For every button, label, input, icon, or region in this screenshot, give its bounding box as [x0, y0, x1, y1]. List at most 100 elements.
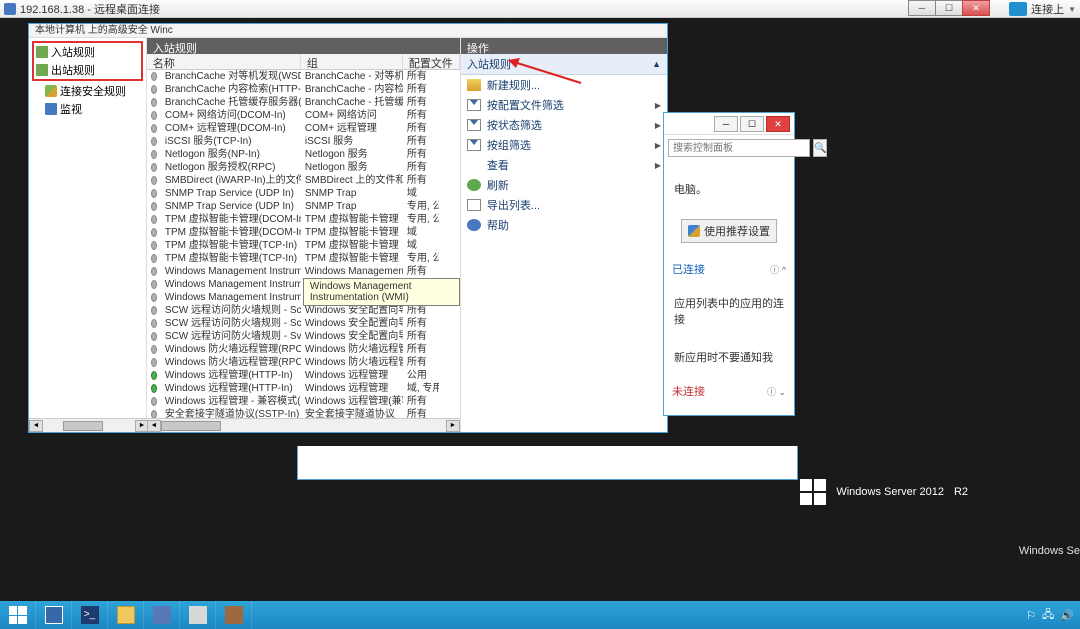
scroll-left-button[interactable]: ◄ [29, 420, 43, 432]
rule-row[interactable]: SNMP Trap Service (UDP In)SNMP Trap域 [147, 187, 460, 200]
rule-row[interactable]: SMBDirect (iWARP-In)上的文件和打印...SMBDirect … [147, 174, 460, 187]
taskbar-server-manager[interactable] [36, 601, 72, 629]
rule-row[interactable]: TPM 虚拟智能卡管理(DCOM-In)TPM 虚拟智能卡管理专用, 公 [147, 213, 460, 226]
status-icon [151, 293, 157, 302]
panel-text: 电脑。 [670, 173, 788, 205]
col-group[interactable]: 组 [301, 54, 403, 69]
action-5[interactable]: 刷新 [461, 175, 667, 195]
rule-row[interactable]: COM+ 远程管理(DCOM-In)COM+ 远程管理所有 [147, 122, 460, 135]
status-icon [151, 215, 157, 224]
rule-row[interactable]: Netlogon 服务授权(RPC)Netlogon 服务所有 [147, 161, 460, 174]
status-icon [151, 397, 157, 406]
taskbar-powershell[interactable]: >_ [72, 601, 108, 629]
cloud-icon[interactable] [1009, 2, 1027, 16]
scroll-right-button[interactable]: ► [446, 420, 460, 432]
action-1[interactable]: 按配置文件筛选▶ [461, 95, 667, 115]
panel-text2: 应用列表中的应用的连接 [670, 287, 788, 335]
taskbar-explorer[interactable] [108, 601, 144, 629]
start-button[interactable] [0, 601, 36, 629]
maximize-button[interactable]: ☐ [935, 0, 963, 16]
not-connected-status[interactable]: 未连接ⓘ ⌄ [670, 379, 788, 403]
action-4[interactable]: 查看▶ [461, 155, 667, 175]
rule-row[interactable]: TPM 虚拟智能卡管理(TCP-In)TPM 虚拟智能卡管理域 [147, 239, 460, 252]
submenu-arrow-icon: ▶ [655, 121, 661, 130]
connected-status[interactable]: 已连接ⓘ ^ [670, 257, 788, 281]
rule-row[interactable]: Windows Management Instrumentati...Windo… [147, 265, 460, 278]
panel-close-button[interactable]: ✕ [766, 116, 790, 132]
status-icon [151, 85, 157, 94]
windows-logo-icon [800, 479, 826, 505]
rule-row[interactable]: 安全套接字隧道协议(SSTP-In)安全套接字隧道协议所有 [147, 408, 460, 418]
scroll-thumb[interactable] [161, 421, 221, 431]
chevron-down-icon: ⓘ ⌄ [767, 385, 786, 398]
remote-desktop: 本地计算机 上的高级安全 Winc 入站规则出站规则连接安全规则监视 ◄ ► 入… [0, 18, 1080, 601]
blank-icon [467, 159, 481, 171]
rule-row[interactable]: Windows 防火墙远程管理(RPC)Windows 防火墙远程管理所有 [147, 343, 460, 356]
close-button[interactable]: ✕ [962, 0, 990, 16]
search-input[interactable] [668, 139, 810, 157]
rule-row[interactable]: BranchCache 托管缓存服务器(HTTP-In)BranchCache … [147, 96, 460, 109]
status-icon [151, 150, 157, 159]
status-icon [151, 319, 157, 328]
scroll-thumb[interactable] [63, 421, 103, 431]
search-button[interactable]: 🔍 [813, 139, 827, 157]
panel-minimize-button[interactable]: ─ [714, 116, 738, 132]
shield-icon [688, 225, 700, 237]
control-panel-window: ─ ☐ ✕ 🔍 电脑。 使用推荐设置 已连接ⓘ ^ 应用列表中的应用的连接 新应… [663, 112, 795, 416]
panel-maximize-button[interactable]: ☐ [740, 116, 764, 132]
col-name[interactable]: 名称 [147, 54, 301, 69]
shield-icon [45, 85, 57, 97]
status-icon [151, 371, 157, 380]
action-3[interactable]: 按组筛选▶ [461, 135, 667, 155]
rule-row[interactable]: Windows 防火墙远程管理(RPC-EPMAP)Windows 防火墙远程管… [147, 356, 460, 369]
submenu-arrow-icon: ▶ [655, 101, 661, 110]
annotation-arrow [506, 58, 586, 88]
taskbar-app2[interactable] [180, 601, 216, 629]
settings-window-fragment [297, 446, 798, 480]
tree-item-0[interactable]: 入站规则 [34, 43, 141, 61]
tree-item-2[interactable]: 连接安全规则 [31, 82, 144, 100]
rule-row[interactable]: COM+ 网络访问(DCOM-In)COM+ 网络访问所有 [147, 109, 460, 122]
scroll-left-button[interactable]: ◄ [147, 420, 161, 432]
rule-row[interactable]: iSCSI 服务(TCP-In)iSCSI 服务所有 [147, 135, 460, 148]
action-6[interactable]: 导出列表... [461, 195, 667, 215]
tree-item-1[interactable]: 出站规则 [34, 61, 141, 79]
rule-row[interactable]: Windows 远程管理(HTTP-In)Windows 远程管理公用 [147, 369, 460, 382]
filter-icon [467, 119, 481, 131]
taskbar-app1[interactable] [144, 601, 180, 629]
dropdown-icon[interactable]: ▼ [1068, 5, 1076, 14]
filter-icon [467, 99, 481, 111]
minimize-button[interactable]: ─ [908, 0, 936, 16]
system-tray[interactable]: ⚐ 🖧 🔊 [1020, 606, 1080, 625]
rule-row[interactable]: Netlogon 服务(NP-In)Netlogon 服务所有 [147, 148, 460, 161]
rule-row[interactable]: BranchCache 内容检索(HTTP-In)BranchCache - 内… [147, 83, 460, 96]
help-icon [467, 219, 481, 231]
rules-list[interactable]: BranchCache 对等机发现(WSD-In)BranchCache - 对… [147, 70, 460, 418]
tray-network-icon[interactable]: 🖧 [1042, 606, 1054, 625]
status-icon [151, 384, 157, 393]
collapse-icon[interactable]: ▲ [652, 59, 661, 69]
status-icon [151, 306, 157, 315]
col-profile[interactable]: 配置文件 [403, 54, 460, 69]
rule-row[interactable]: BranchCache 对等机发现(WSD-In)BranchCache - 对… [147, 70, 460, 83]
main-title-bar: 192.168.1.38 - 远程桌面连接 连接上 ▼ ─ ☐ ✕ [0, 0, 1080, 18]
arrow-icon [36, 64, 48, 76]
taskbar: >_ ⚐ 🖧 🔊 [0, 601, 1080, 629]
windows-server-brand: Windows Server 2012R2 [800, 479, 968, 505]
status-icon [151, 72, 157, 81]
taskbar-app3[interactable] [216, 601, 252, 629]
rule-row[interactable]: TPM 虚拟智能卡管理(TCP-In)TPM 虚拟智能卡管理专用, 公 [147, 252, 460, 265]
action-2[interactable]: 按状态筛选▶ [461, 115, 667, 135]
action-7[interactable]: 帮助 [461, 215, 667, 235]
rule-row[interactable]: Windows 远程管理(HTTP-In)Windows 远程管理域, 专用 [147, 382, 460, 395]
recommended-settings-button[interactable]: 使用推荐设置 [681, 219, 777, 243]
rule-row[interactable]: SCW 远程访问防火墙规则 - Scshost - ...Windows 安全配… [147, 317, 460, 330]
rule-row[interactable]: SCW 远程访问防火墙规则 - Svchost - T...Windows 安全… [147, 330, 460, 343]
rule-row[interactable]: SNMP Trap Service (UDP In)SNMP Trap专用, 公 [147, 200, 460, 213]
tray-flag-icon[interactable]: ⚐ [1026, 609, 1036, 622]
submenu-arrow-icon: ▶ [655, 141, 661, 150]
rule-row[interactable]: TPM 虚拟智能卡管理(DCOM-In)TPM 虚拟智能卡管理域 [147, 226, 460, 239]
rule-row[interactable]: Windows 远程管理 - 兼容模式(HTTP-In)Windows 远程管理… [147, 395, 460, 408]
tree-item-3[interactable]: 监视 [31, 100, 144, 118]
tray-sound-icon[interactable]: 🔊 [1060, 609, 1074, 622]
